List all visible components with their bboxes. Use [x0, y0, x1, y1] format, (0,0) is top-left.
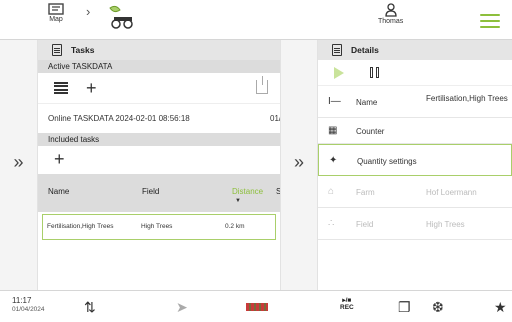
clock-date: 01/04/2024 — [12, 305, 45, 313]
favorite-icon[interactable]: ★ — [494, 299, 507, 316]
user-menu[interactable]: Thomas — [378, 3, 403, 25]
column-header-name[interactable]: Name — [48, 187, 69, 196]
sort-indicator-icon: ▼ — [235, 198, 241, 204]
record-symbol: ▸/■ — [342, 297, 352, 304]
detail-farm-value: Hof Loermann — [426, 188, 477, 197]
breadcrumb-map[interactable]: Map — [48, 3, 64, 23]
clock-time: 11:17 — [12, 296, 32, 305]
navigation-icon[interactable]: ➤ — [176, 299, 188, 316]
task-controls — [318, 60, 512, 86]
counter-icon: ▦ — [328, 125, 338, 136]
menu-icon[interactable] — [480, 14, 500, 28]
detail-field-label: Field — [356, 220, 374, 229]
play-icon[interactable] — [334, 66, 344, 79]
detail-name-value: Fertilisation,High Trees — [426, 94, 508, 103]
details-panel: Details I— Name Fertilisation,High Trees… — [318, 40, 512, 290]
list-icon[interactable] — [54, 82, 68, 94]
included-tasks-toolbar: + — [38, 146, 280, 172]
breadcrumb-map-label: Map — [49, 16, 63, 23]
task-field-cell: High Trees — [141, 223, 173, 230]
tasks-table-header: Name Field Distance ▼ S — [38, 174, 280, 212]
document-icon — [332, 44, 342, 56]
detail-field-row: ∴ Field High Trees — [318, 208, 512, 240]
left-expand-column[interactable]: » — [0, 40, 38, 290]
name-icon: I— — [328, 96, 341, 107]
top-bar: Map › Thomas — [0, 0, 512, 40]
add-task-icon[interactable]: + — [54, 150, 65, 168]
detail-counter-row[interactable]: ▦ Counter — [318, 118, 512, 144]
tasks-panel: Tasks Active TASKDATA + Online TASKDATA … — [38, 40, 280, 290]
machine-icon[interactable] — [104, 4, 138, 32]
detail-name-label: Name — [356, 98, 378, 107]
clock: 11:17 01/04/2024 — [12, 296, 45, 313]
middle-expand-column[interactable]: » — [280, 40, 318, 290]
taskdata-list-item[interactable]: Online TASKDATA 2024-02-01 08:56:18 01/0… — [38, 103, 280, 133]
taskdata-name: Online TASKDATA 2024-02-01 08:56:18 — [48, 114, 190, 123]
quantity-settings-icon: ✦ — [329, 155, 338, 166]
taskdata-toolbar: + — [38, 73, 280, 103]
bottom-bar: 11:17 01/04/2024 ⇅ ➤ ▸/■ REC ❐ ❆ ★ — [0, 290, 512, 322]
tasks-header: Tasks — [38, 40, 280, 60]
taskdata-date: 01/02 — [270, 114, 280, 123]
sort-arrows-icon[interactable]: ⇅ — [84, 299, 96, 316]
section-control-icon[interactable] — [246, 303, 268, 311]
tasks-title: Tasks — [71, 45, 95, 55]
export-icon[interactable] — [256, 76, 268, 94]
field-icon: ∴ — [328, 218, 335, 229]
task-name-cell: Fertilisation,High Trees — [47, 223, 114, 230]
detail-name-row[interactable]: I— Name Fertilisation,High Trees — [318, 86, 512, 118]
details-title: Details — [351, 45, 379, 55]
detail-farm-row: ⌂ Farm Hof Loermann — [318, 176, 512, 208]
detail-counter-label: Counter — [356, 127, 385, 136]
detail-field-value: High Trees — [426, 220, 465, 229]
farm-icon: ⌂ — [328, 186, 335, 197]
user-name: Thomas — [378, 18, 404, 25]
active-taskdata-header: Active TASKDATA — [38, 60, 280, 73]
detail-quantity-settings-label: Quantity settings — [357, 157, 417, 166]
column-header-field[interactable]: Field — [142, 187, 159, 196]
clipboard-icon — [52, 44, 62, 56]
record-label: REC — [340, 304, 354, 312]
map-icon — [48, 3, 64, 15]
double-chevron-right-icon[interactable]: » — [0, 152, 37, 173]
column-header-distance[interactable]: Distance — [232, 187, 263, 196]
user-icon — [384, 3, 397, 17]
add-icon[interactable]: + — [86, 79, 97, 97]
task-distance-cell: 0.2 km — [225, 223, 245, 230]
included-tasks-header: Included tasks — [38, 133, 280, 146]
table-row[interactable]: Fertilisation,High Trees High Trees 0.2 … — [42, 214, 276, 240]
chevron-right-icon: › — [86, 4, 91, 19]
application-rate-icon[interactable]: ❆ — [432, 299, 444, 316]
detail-farm-label: Farm — [356, 188, 375, 197]
double-chevron-right-icon[interactable]: » — [281, 152, 317, 173]
copy-icon[interactable]: ❐ — [398, 299, 411, 316]
details-header: Details — [318, 40, 512, 60]
record-button[interactable]: ▸/■ REC — [340, 297, 354, 311]
pause-icon[interactable] — [370, 67, 379, 78]
detail-quantity-settings-row[interactable]: ✦ Quantity settings — [318, 144, 512, 176]
